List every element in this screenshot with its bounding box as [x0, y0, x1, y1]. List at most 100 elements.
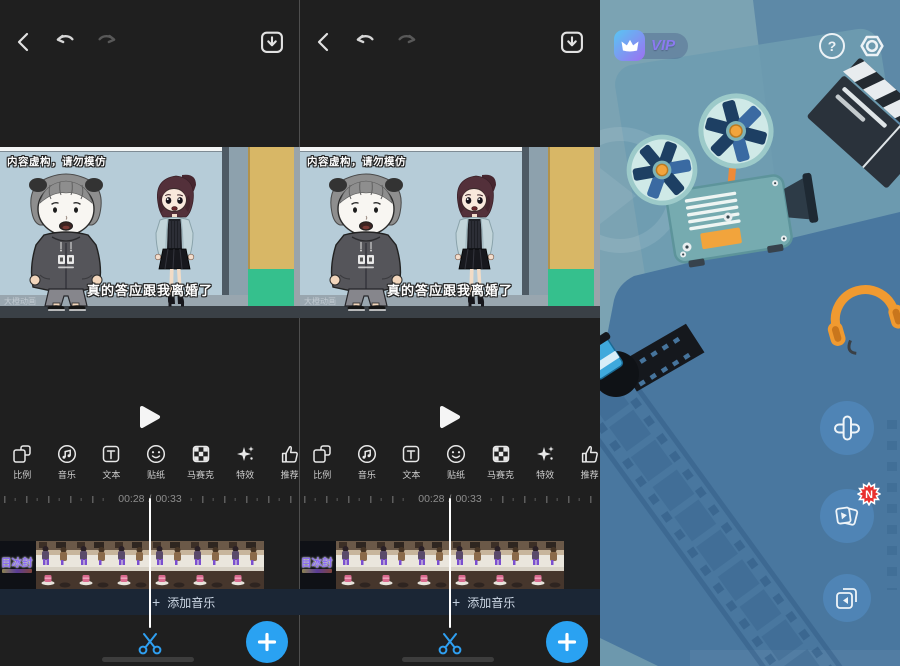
- frame-thumb: [412, 541, 450, 589]
- tool-recommend[interactable]: 推荐: [267, 437, 300, 489]
- help-button[interactable]: ?: [819, 33, 845, 59]
- scissors-icon: [436, 629, 464, 657]
- redo-button[interactable]: [392, 28, 420, 56]
- tool-music[interactable]: 音乐: [345, 437, 390, 489]
- undo-button[interactable]: [352, 28, 380, 56]
- play-icon: [439, 405, 461, 429]
- undo-icon: [52, 28, 80, 56]
- scene-ceiling: [0, 147, 248, 152]
- music-icon: [56, 443, 78, 465]
- tool-label: 马赛克: [487, 468, 514, 481]
- ratio-icon: [311, 443, 333, 465]
- redo-button[interactable]: [92, 28, 120, 56]
- home-screen: VIP ? N: [600, 0, 900, 666]
- tool-ratio[interactable]: 比例: [300, 437, 345, 489]
- back-button[interactable]: [10, 28, 38, 56]
- app-stage: 内容虚构，请勿模仿 真的答应跟我离婚了 大橙动画 比例 音乐 文本 贴纸 马赛克: [0, 0, 900, 666]
- frame-thumb: [488, 541, 526, 589]
- svg-text:N: N: [865, 489, 873, 501]
- tool-sticker[interactable]: 贴纸: [134, 437, 179, 489]
- tool-label: 音乐: [58, 468, 76, 481]
- redo-icon: [92, 28, 120, 56]
- add-music-label: 添加音乐: [167, 594, 215, 611]
- export-button[interactable]: [258, 28, 286, 56]
- settings-button[interactable]: [857, 31, 887, 61]
- gear-icon: [857, 31, 887, 61]
- frame-thumb: [188, 541, 226, 589]
- scissors-icon: [136, 629, 164, 657]
- export-button[interactable]: [558, 28, 586, 56]
- tool-text[interactable]: 文本: [389, 437, 434, 489]
- mosaic-icon: [490, 443, 512, 465]
- tool-label: 推荐: [281, 468, 299, 481]
- play-button[interactable]: [139, 405, 161, 429]
- back-button[interactable]: [310, 28, 338, 56]
- frame-thumb: [450, 541, 488, 589]
- split-button[interactable]: [436, 629, 464, 657]
- video-preview[interactable]: 内容虚构，请勿模仿 真的答应跟我离婚了 大橙动画: [0, 147, 300, 318]
- editor-screen-middle: 内容虚构，请勿模仿 真的答应跟我离婚了 大橙动画 比例 音乐 文本 贴纸 马赛克: [300, 0, 600, 666]
- tool-label: 比例: [313, 468, 331, 481]
- subtitle-caption: 真的答应跟我离婚了: [0, 280, 300, 299]
- current-time: 00:28: [418, 493, 444, 505]
- undo-icon: [352, 28, 380, 56]
- plus-icon: +: [452, 594, 460, 610]
- frame-thumb: [526, 541, 564, 589]
- frame-thumb: [36, 541, 74, 589]
- crown-icon: [614, 30, 645, 61]
- vip-label: VIP: [651, 37, 675, 54]
- tool-ratio[interactable]: 比例: [0, 437, 45, 489]
- editor-screen-left: 内容虚构，请勿模仿 真的答应跟我离婚了 大橙动画 比例 音乐 文本 贴纸 马赛克: [0, 0, 300, 666]
- splice-icon: [832, 413, 862, 443]
- clip-title-thumb: 目冰封: [0, 541, 36, 589]
- ratio-icon: [11, 443, 33, 465]
- disclaimer-caption: 内容虚构，请勿模仿: [7, 154, 106, 169]
- play-button[interactable]: [439, 405, 461, 429]
- tool-effects[interactable]: 特效: [223, 437, 268, 489]
- thumbs-up-icon: [279, 443, 300, 465]
- tool-mosaic[interactable]: 马赛克: [478, 437, 523, 489]
- question-icon: ?: [828, 38, 837, 54]
- effects-icon: [234, 443, 256, 465]
- playhead[interactable]: [449, 498, 451, 628]
- add-clip-button[interactable]: [546, 621, 588, 663]
- back-icon: [310, 28, 338, 56]
- export-icon: [258, 28, 286, 56]
- scene-yellow-panel: [548, 147, 594, 269]
- disclaimer-caption: 内容虚构，请勿模仿: [307, 154, 406, 169]
- total-duration: 00:33: [455, 493, 481, 505]
- tool-text[interactable]: 文本: [89, 437, 134, 489]
- new-badge: N: [857, 482, 881, 506]
- editor-toolbar: 比例 音乐 文本 贴纸 马赛克 特效 推荐: [300, 437, 600, 489]
- splice-tool-button[interactable]: [820, 401, 874, 455]
- home-indicator: [102, 657, 194, 662]
- vip-badge[interactable]: VIP: [614, 29, 675, 61]
- tool-mosaic[interactable]: 马赛克: [178, 437, 223, 489]
- sticker-icon: [445, 443, 467, 465]
- playhead[interactable]: [149, 498, 151, 628]
- split-button[interactable]: [136, 629, 164, 657]
- add-clip-button[interactable]: [246, 621, 288, 663]
- tool-recommend[interactable]: 推荐: [567, 437, 600, 489]
- tool-label: 文本: [102, 468, 120, 481]
- tool-effects[interactable]: 特效: [523, 437, 568, 489]
- watermark: 大橙动画: [304, 296, 336, 307]
- templates-button[interactable]: N: [820, 489, 874, 543]
- tool-label: 贴纸: [147, 468, 165, 481]
- tool-sticker[interactable]: 贴纸: [434, 437, 479, 489]
- tool-label: 文本: [402, 468, 420, 481]
- subtitle-caption: 真的答应跟我离婚了: [300, 280, 600, 299]
- tool-label: 推荐: [581, 468, 599, 481]
- back-icon: [10, 28, 38, 56]
- undo-button[interactable]: [52, 28, 80, 56]
- clip-subtitle-bar: [302, 569, 332, 573]
- tool-label: 特效: [236, 468, 254, 481]
- frame-thumb: [226, 541, 264, 589]
- video-preview[interactable]: 内容虚构，请勿模仿 真的答应跟我离婚了 大橙动画: [300, 147, 600, 318]
- floating-player-button[interactable]: [823, 574, 871, 622]
- frame-thumb: [112, 541, 150, 589]
- scene-yellow-panel: [248, 147, 294, 269]
- frame-thumb: [74, 541, 112, 589]
- editor-toolbar: 比例 音乐 文本 贴纸 马赛克 特效 推荐: [0, 437, 300, 489]
- tool-music[interactable]: 音乐: [45, 437, 90, 489]
